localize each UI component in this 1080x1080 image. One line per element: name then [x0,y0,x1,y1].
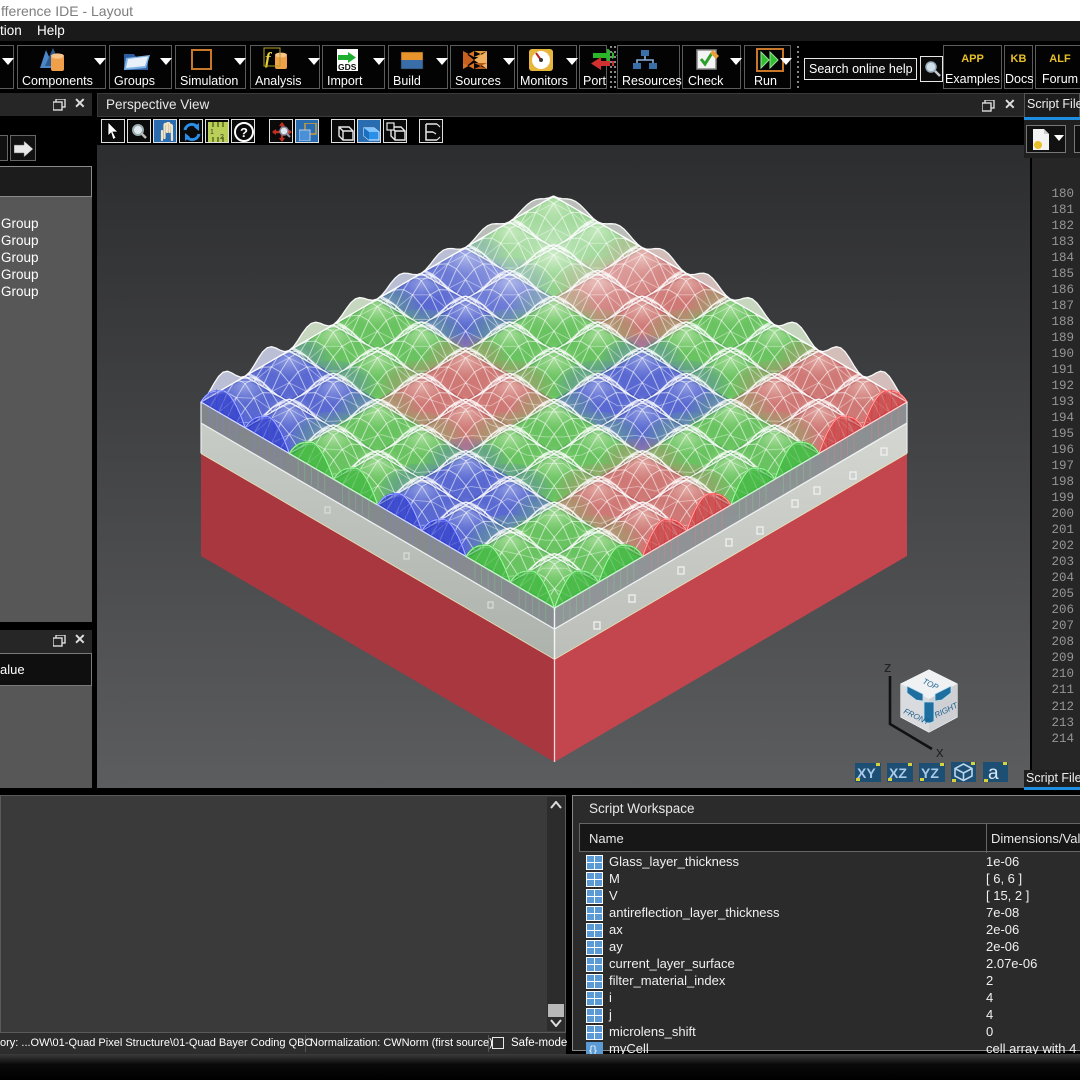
svg-text:GDS: GDS [338,62,357,72]
svg-text:2: 2 [220,134,224,141]
svg-text:x: x [936,744,944,761]
svg-text:1: 1 [210,129,214,136]
svg-text:a: a [988,763,999,784]
svg-text:z: z [884,659,892,676]
svg-text:f: f [265,49,273,68]
svg-text:?: ? [240,125,248,140]
